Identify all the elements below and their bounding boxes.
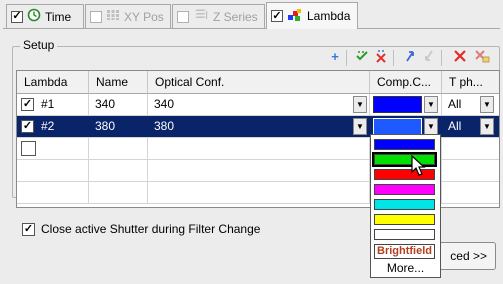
- setup-legend: Setup: [20, 38, 58, 52]
- optical-conf-select[interactable]: 340 ▼: [148, 94, 370, 115]
- delete-all-icon[interactable]: [474, 49, 490, 67]
- t-phase-value: All: [448, 119, 462, 133]
- chevron-down-icon[interactable]: ▼: [424, 118, 438, 135]
- toolbar-separator: [393, 50, 394, 66]
- tab-z-series-checkbox[interactable]: [177, 10, 189, 23]
- chevron-down-icon[interactable]: ▼: [353, 96, 367, 113]
- color-option[interactable]: [374, 229, 435, 240]
- uncheck-all-icon[interactable]: [374, 49, 388, 67]
- move-down-icon[interactable]: [422, 49, 436, 67]
- chevron-down-icon[interactable]: ▼: [480, 118, 494, 135]
- optical-conf-value: 380: [154, 119, 175, 133]
- t-phase-select[interactable]: All ▼: [442, 116, 499, 137]
- check-all-icon[interactable]: [355, 49, 369, 67]
- tab-time[interactable]: ✓ Time: [6, 4, 84, 28]
- row-lambda: #1: [41, 97, 55, 111]
- tab-lambda-checkbox[interactable]: ✓: [271, 10, 283, 22]
- color-dropdown-list: Brightfield More...: [370, 134, 441, 278]
- col-header-optical-conf[interactable]: Optical Conf.: [148, 71, 370, 94]
- t-phase-value: All: [448, 97, 462, 111]
- tab-z-series[interactable]: Z Series: [172, 4, 265, 28]
- toolbar-separator: [441, 50, 442, 66]
- optical-conf-select[interactable]: 380 ▼: [148, 116, 370, 137]
- optical-conf-value: 340: [154, 97, 175, 111]
- tab-lambda[interactable]: ✓ Lambda: [266, 2, 358, 29]
- tab-z-series-label: Z Series: [213, 9, 258, 24]
- col-header-name[interactable]: Name: [89, 71, 148, 94]
- color-option[interactable]: [374, 214, 435, 225]
- tab-xy-pos[interactable]: XY Pos: [85, 4, 171, 28]
- tab-strip-border: [3, 28, 500, 29]
- close-shutter-label: Close active Shutter during Filter Chang…: [41, 222, 261, 236]
- color-swatch: [373, 118, 422, 135]
- lambda-color-icon: [287, 8, 303, 25]
- chevron-down-icon[interactable]: ▼: [424, 96, 438, 113]
- chevron-down-icon[interactable]: ▼: [480, 96, 494, 113]
- z-stack-icon: [193, 9, 209, 24]
- tab-time-label: Time: [45, 9, 72, 24]
- xy-grid-icon: [106, 9, 120, 24]
- close-shutter-checkbox[interactable]: ✓: [22, 222, 35, 236]
- color-option[interactable]: [374, 139, 435, 150]
- chevron-down-icon[interactable]: ▼: [353, 118, 367, 135]
- tab-lambda-label: Lambda: [307, 9, 351, 23]
- move-up-icon[interactable]: [403, 49, 417, 67]
- row-checkbox[interactable]: ✓: [21, 98, 34, 111]
- comp-color-select[interactable]: ▼: [370, 94, 442, 115]
- new-row-checkbox[interactable]: [21, 141, 36, 156]
- toolbar-separator: [346, 50, 347, 66]
- color-option-brightfield[interactable]: Brightfield: [374, 244, 435, 259]
- close-shutter-option[interactable]: ✓ Close active Shutter during Filter Cha…: [22, 222, 260, 236]
- color-swatch: [373, 96, 422, 113]
- tab-xy-pos-label: XY Pos: [124, 9, 164, 24]
- row-name[interactable]: 340: [89, 94, 148, 115]
- table-row[interactable]: ✓ #1 340 340 ▼ ▼ All ▼: [17, 94, 499, 116]
- add-icon[interactable]: +: [328, 49, 342, 65]
- t-phase-select[interactable]: All ▼: [442, 94, 499, 115]
- mouse-cursor-icon: [411, 154, 427, 180]
- col-header-t-phase[interactable]: T ph...: [442, 71, 499, 94]
- clock-icon: [27, 8, 41, 25]
- more-colors-option[interactable]: More...: [371, 261, 440, 275]
- delete-icon[interactable]: [453, 49, 467, 67]
- color-option[interactable]: [374, 199, 435, 210]
- col-header-comp-color[interactable]: Comp.C...: [370, 71, 442, 94]
- tab-xy-pos-checkbox[interactable]: [90, 10, 102, 23]
- color-option[interactable]: [374, 184, 435, 195]
- tab-time-checkbox[interactable]: ✓: [11, 10, 23, 23]
- row-name[interactable]: 380: [89, 116, 148, 137]
- row-lambda: #2: [41, 119, 55, 133]
- col-header-lambda[interactable]: Lambda: [17, 71, 89, 94]
- row-checkbox[interactable]: ✓: [21, 120, 34, 133]
